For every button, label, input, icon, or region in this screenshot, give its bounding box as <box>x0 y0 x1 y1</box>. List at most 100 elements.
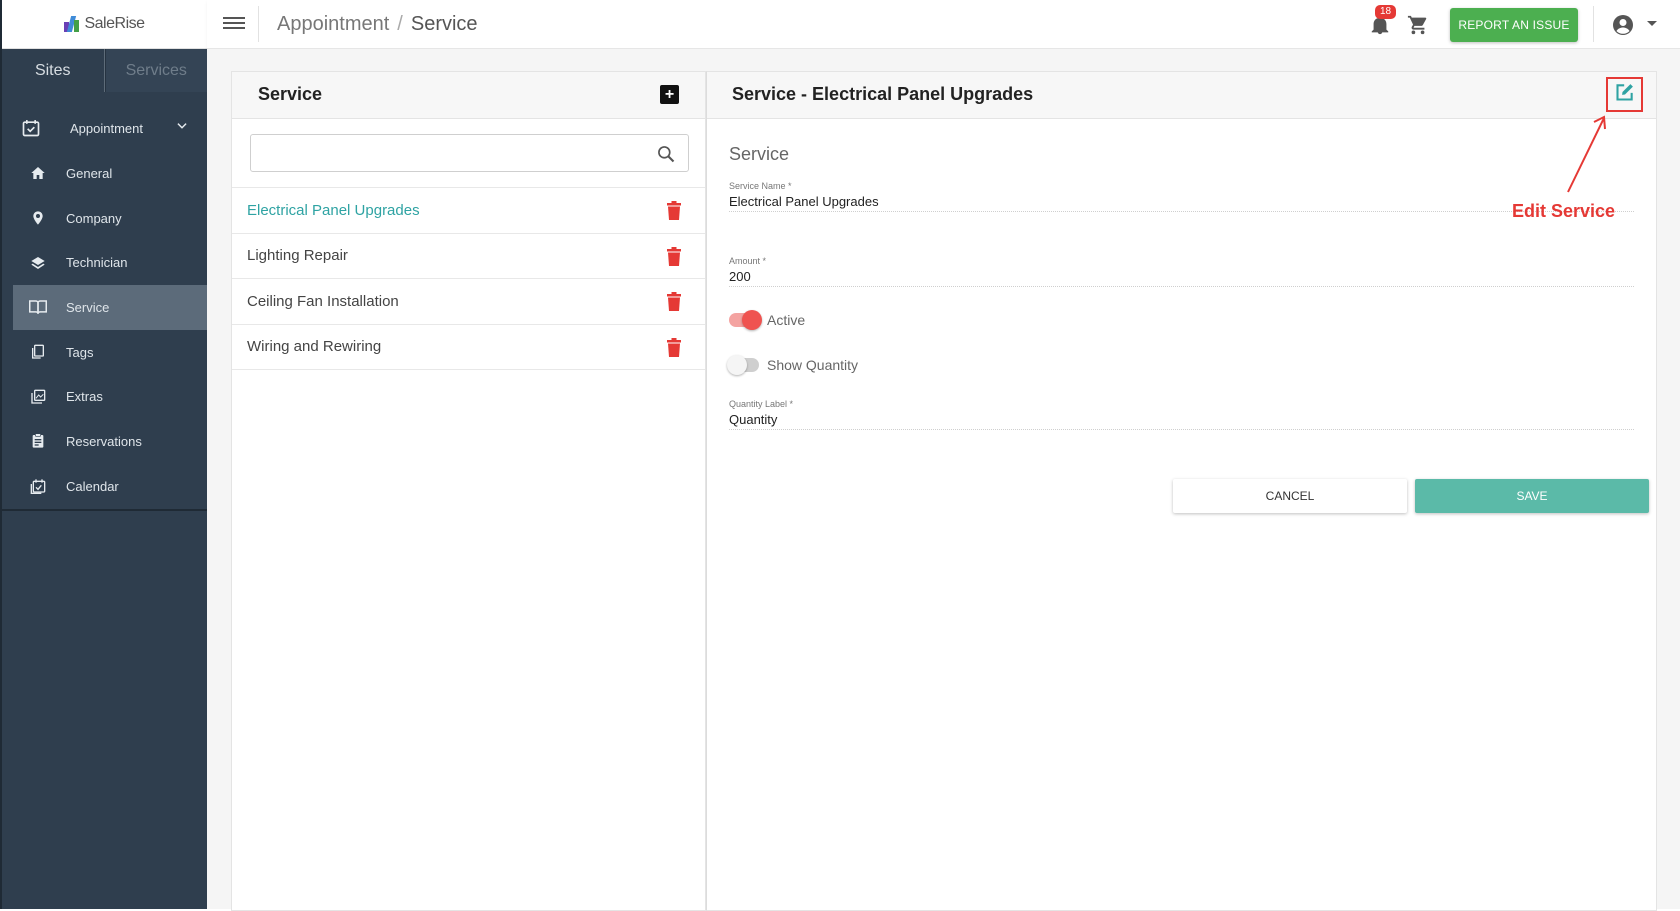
field-label: Service Name * <box>729 181 792 191</box>
annotation-arrow <box>1567 115 1606 193</box>
trash-icon[interactable] <box>666 246 682 266</box>
service-item-name[interactable]: Electrical Panel Upgrades <box>247 202 420 219</box>
sidebar-item-reservations[interactable]: Reservations <box>2 419 207 464</box>
sidebar-item-tags[interactable]: Tags <box>2 330 207 375</box>
list-item[interactable]: Ceiling Fan Installation <box>232 279 705 325</box>
sidebar-nav: Appointment General Company Technician S… <box>2 92 207 511</box>
search-icon[interactable] <box>656 144 676 164</box>
sidebar-item-label: Technician <box>66 255 128 271</box>
report-issue-button[interactable]: REPORT AN ISSUE <box>1450 8 1578 42</box>
tags-icon <box>28 341 48 363</box>
service-item-name[interactable]: Wiring and Rewiring <box>247 338 381 355</box>
breadcrumb-separator: / <box>397 13 403 35</box>
sidebar-item-label: Appointment <box>70 120 143 136</box>
hamburger-menu-icon[interactable] <box>223 14 245 36</box>
service-item-name[interactable]: Ceiling Fan Installation <box>247 293 399 310</box>
sidebar-item-label: Reservations <box>66 433 142 449</box>
service-list: Electrical Panel Upgrades Lighting Repai… <box>232 187 705 370</box>
toggle-label: Show Quantity <box>767 357 859 373</box>
show-quantity-toggle-row: Show Quantity <box>727 354 1634 376</box>
quantity-label-field[interactable]: Quantity Label * Quantity <box>729 399 1634 430</box>
logo-text: SaleRise <box>84 15 145 32</box>
edit-icon <box>1615 82 1635 107</box>
account-circle-icon[interactable] <box>1611 13 1635 37</box>
sidebar-item-general[interactable]: General <box>2 151 207 196</box>
top-bar: Appointment / Service 18 REPORT AN ISSUE <box>207 0 1680 49</box>
divider <box>1593 6 1594 42</box>
cancel-button[interactable]: CANCEL <box>1173 479 1407 513</box>
sidebar-item-label: General <box>66 165 113 181</box>
service-name-field[interactable]: Service Name * Electrical Panel Upgrades <box>729 181 1634 212</box>
layers-icon <box>28 252 48 274</box>
notification-badge: 18 <box>1375 5 1397 19</box>
service-form: Service Service Name * Electrical Panel … <box>727 144 1634 430</box>
logo-mark-icon <box>64 16 81 32</box>
detail-panel-header: Service - Electrical Panel Upgrades <box>707 72 1656 119</box>
add-service-icon[interactable]: + <box>660 85 679 104</box>
app-window: SaleRise Sites Services Appointment Gene… <box>0 0 1680 911</box>
sidebar-item-label: Tags <box>66 344 94 360</box>
sidebar-tabs: Sites Services <box>2 49 207 92</box>
sidebar-item-label: Service <box>66 299 110 315</box>
chevron-down-icon <box>175 119 189 136</box>
amount-input[interactable]: 200 <box>729 269 1634 284</box>
sidebar-item-label: Company <box>66 210 122 226</box>
field-label: Amount * <box>729 256 767 266</box>
active-toggle[interactable] <box>729 310 762 330</box>
tab-sites[interactable]: Sites <box>2 49 105 92</box>
trash-icon[interactable] <box>666 337 682 357</box>
sidebar-item-label: Extras <box>66 389 103 405</box>
sidebar-item-company[interactable]: Company <box>2 196 207 241</box>
edit-service-button[interactable] <box>1606 77 1643 112</box>
search-box <box>250 134 689 172</box>
gallery-icon <box>28 386 48 408</box>
divider <box>258 6 259 42</box>
form-section-title: Service <box>729 144 790 164</box>
list-panel-title: Service <box>258 84 323 104</box>
quantity-label-input[interactable]: Quantity <box>729 412 1634 427</box>
trash-icon[interactable] <box>666 201 682 220</box>
calendar-icon <box>28 475 48 497</box>
sidebar-item-label: Calendar <box>66 478 119 494</box>
form-actions: CANCEL SAVE <box>1173 479 1653 513</box>
trash-icon[interactable] <box>666 292 682 311</box>
sidebar-item-service[interactable]: Service <box>13 285 207 330</box>
list-panel-header: Service + <box>232 72 705 119</box>
list-item[interactable]: Lighting Repair <box>232 234 705 279</box>
breadcrumb-current: Service <box>410 13 478 35</box>
breadcrumb: Appointment / Service <box>277 13 478 36</box>
sidebar: SaleRise Sites Services Appointment Gene… <box>0 0 207 909</box>
book-open-icon <box>28 296 48 318</box>
sidebar-item-appointment[interactable]: Appointment <box>2 105 207 151</box>
list-item[interactable]: Wiring and Rewiring <box>232 325 705 370</box>
toggle-label: Active <box>767 312 806 328</box>
field-label: Quantity Label * <box>729 399 794 409</box>
logo-area: SaleRise <box>2 0 207 49</box>
service-name-input[interactable]: Electrical Panel Upgrades <box>729 194 1634 209</box>
show-quantity-toggle[interactable] <box>727 355 759 375</box>
salerise-logo[interactable]: SaleRise <box>64 15 145 33</box>
sidebar-item-technician[interactable]: Technician <box>2 240 207 285</box>
cart-icon[interactable] <box>1407 14 1429 36</box>
calendar-check-icon <box>20 117 42 139</box>
list-item[interactable]: Electrical Panel Upgrades <box>232 188 705 234</box>
clipboard-icon <box>28 430 48 452</box>
search-input[interactable] <box>251 135 688 171</box>
amount-field[interactable]: Amount * 200 <box>729 256 1634 287</box>
location-pin-icon <box>28 207 48 229</box>
home-icon <box>28 162 48 184</box>
service-list-panel: Service + Electrical Panel Upgrades Ligh… <box>231 71 706 911</box>
save-button[interactable]: SAVE <box>1415 479 1649 513</box>
sidebar-item-extras[interactable]: Extras <box>2 374 207 419</box>
main-content: Service + Electrical Panel Upgrades Ligh… <box>207 49 1680 911</box>
active-toggle-row: Active <box>729 309 1634 331</box>
sidebar-divider <box>2 508 207 511</box>
breadcrumb-parent[interactable]: Appointment <box>277 13 389 35</box>
annotation-label: Edit Service <box>1512 201 1616 221</box>
service-item-name[interactable]: Lighting Repair <box>247 247 348 264</box>
sidebar-item-calendar[interactable]: Calendar <box>2 464 207 509</box>
service-detail-panel: Service - Electrical Panel Upgrades Serv… <box>706 71 1657 911</box>
detail-panel-title: Service - Electrical Panel Upgrades <box>732 84 1034 104</box>
account-caret-down-icon[interactable] <box>1647 21 1657 26</box>
tab-services[interactable]: Services <box>104 49 207 92</box>
